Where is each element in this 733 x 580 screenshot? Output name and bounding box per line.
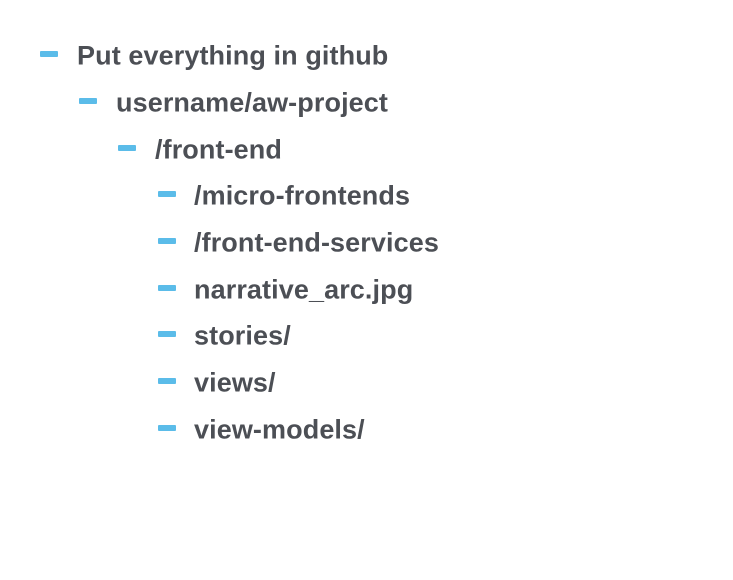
bullet-dash-icon [79, 98, 97, 105]
bullet-item-views: views/ [0, 360, 733, 407]
bullet-item-stories: stories/ [0, 313, 733, 360]
bullet-dash-icon [158, 238, 176, 245]
bullet-dash-icon [158, 284, 176, 291]
bullet-dash-icon [118, 144, 136, 151]
bullet-label: username/aw-project [116, 87, 388, 118]
bullet-item-username-aw-project: username/aw-project [0, 80, 733, 127]
bullet-item-micro-frontends: /micro-frontends [0, 173, 733, 220]
bullet-dash-icon [158, 378, 176, 385]
bullet-label: view-models/ [194, 414, 365, 445]
bullet-dash-icon [158, 191, 176, 198]
bullet-label: /micro-frontends [194, 180, 411, 211]
bullet-label: narrative_arc.jpg [194, 274, 414, 305]
bullet-label: /front-end-services [194, 227, 439, 258]
bullet-label: Put everything in github [77, 40, 389, 71]
bullet-item-view-models: view-models/ [0, 407, 733, 454]
bullet-dash-icon [158, 424, 176, 431]
bullet-label: views/ [194, 367, 276, 398]
bullet-dash-icon [40, 51, 58, 58]
bullet-item-narrative-arc: narrative_arc.jpg [0, 266, 733, 313]
bullet-item-front-end-services: /front-end-services [0, 220, 733, 267]
bullet-label: /front-end [155, 134, 282, 165]
bullet-dash-icon [158, 331, 176, 338]
bullet-label: stories/ [194, 320, 291, 351]
slide: Put everything in github username/aw-pro… [0, 0, 733, 580]
bullet-outline: Put everything in github username/aw-pro… [0, 33, 733, 453]
bullet-item-front-end: /front-end [0, 126, 733, 173]
bullet-item-put-everything-in-github: Put everything in github [0, 33, 733, 80]
